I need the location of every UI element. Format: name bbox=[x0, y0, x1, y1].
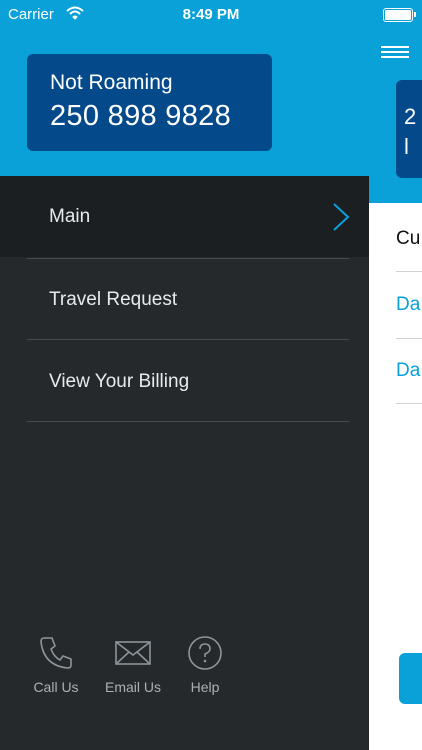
email-us-button[interactable]: Email Us bbox=[103, 635, 163, 695]
main-row-data-1[interactable]: Da bbox=[396, 272, 422, 339]
menu-item-label: View Your Billing bbox=[49, 371, 190, 392]
call-us-label: Call Us bbox=[33, 679, 79, 695]
divider bbox=[27, 339, 349, 340]
menu-item-travel-request[interactable]: Travel Request bbox=[0, 259, 369, 340]
menu-item-view-billing[interactable]: View Your Billing bbox=[0, 341, 369, 422]
main-row-current: Cu bbox=[396, 203, 422, 272]
status-bar: Carrier 8:49 PM bbox=[0, 0, 422, 30]
phone-icon bbox=[40, 637, 72, 669]
roaming-status: Not Roaming bbox=[50, 71, 173, 94]
menu-item-label: Travel Request bbox=[49, 289, 178, 310]
divider bbox=[27, 421, 349, 422]
main-screen-peek[interactable]: 2 l Cu Da Da bbox=[369, 0, 422, 750]
chevron-right-icon bbox=[333, 203, 350, 231]
main-card-line1: 2 bbox=[404, 104, 417, 129]
main-row-data-2[interactable]: Da bbox=[396, 339, 422, 404]
side-menu: Not Roaming 250 898 9828 Main Travel Req… bbox=[0, 0, 369, 750]
help-label: Help bbox=[190, 679, 220, 695]
help-button[interactable]: Help bbox=[175, 635, 235, 695]
envelope-icon bbox=[115, 641, 151, 665]
main-header: 2 l bbox=[369, 0, 422, 203]
help-icon bbox=[188, 636, 222, 670]
battery-icon bbox=[383, 8, 416, 22]
main-card-line2: l bbox=[404, 134, 409, 159]
hamburger-menu-icon[interactable] bbox=[381, 46, 409, 60]
call-us-button[interactable]: Call Us bbox=[26, 635, 86, 695]
account-card: Not Roaming 250 898 9828 bbox=[27, 54, 272, 151]
email-us-label: Email Us bbox=[104, 679, 161, 695]
menu-item-label: Main bbox=[49, 206, 91, 227]
status-time: 8:49 PM bbox=[182, 6, 240, 23]
main-action-button[interactable] bbox=[399, 653, 422, 704]
menu-item-main[interactable]: Main bbox=[0, 176, 369, 257]
main-account-card: 2 l bbox=[396, 80, 422, 178]
phone-number: 250 898 9828 bbox=[50, 100, 231, 132]
